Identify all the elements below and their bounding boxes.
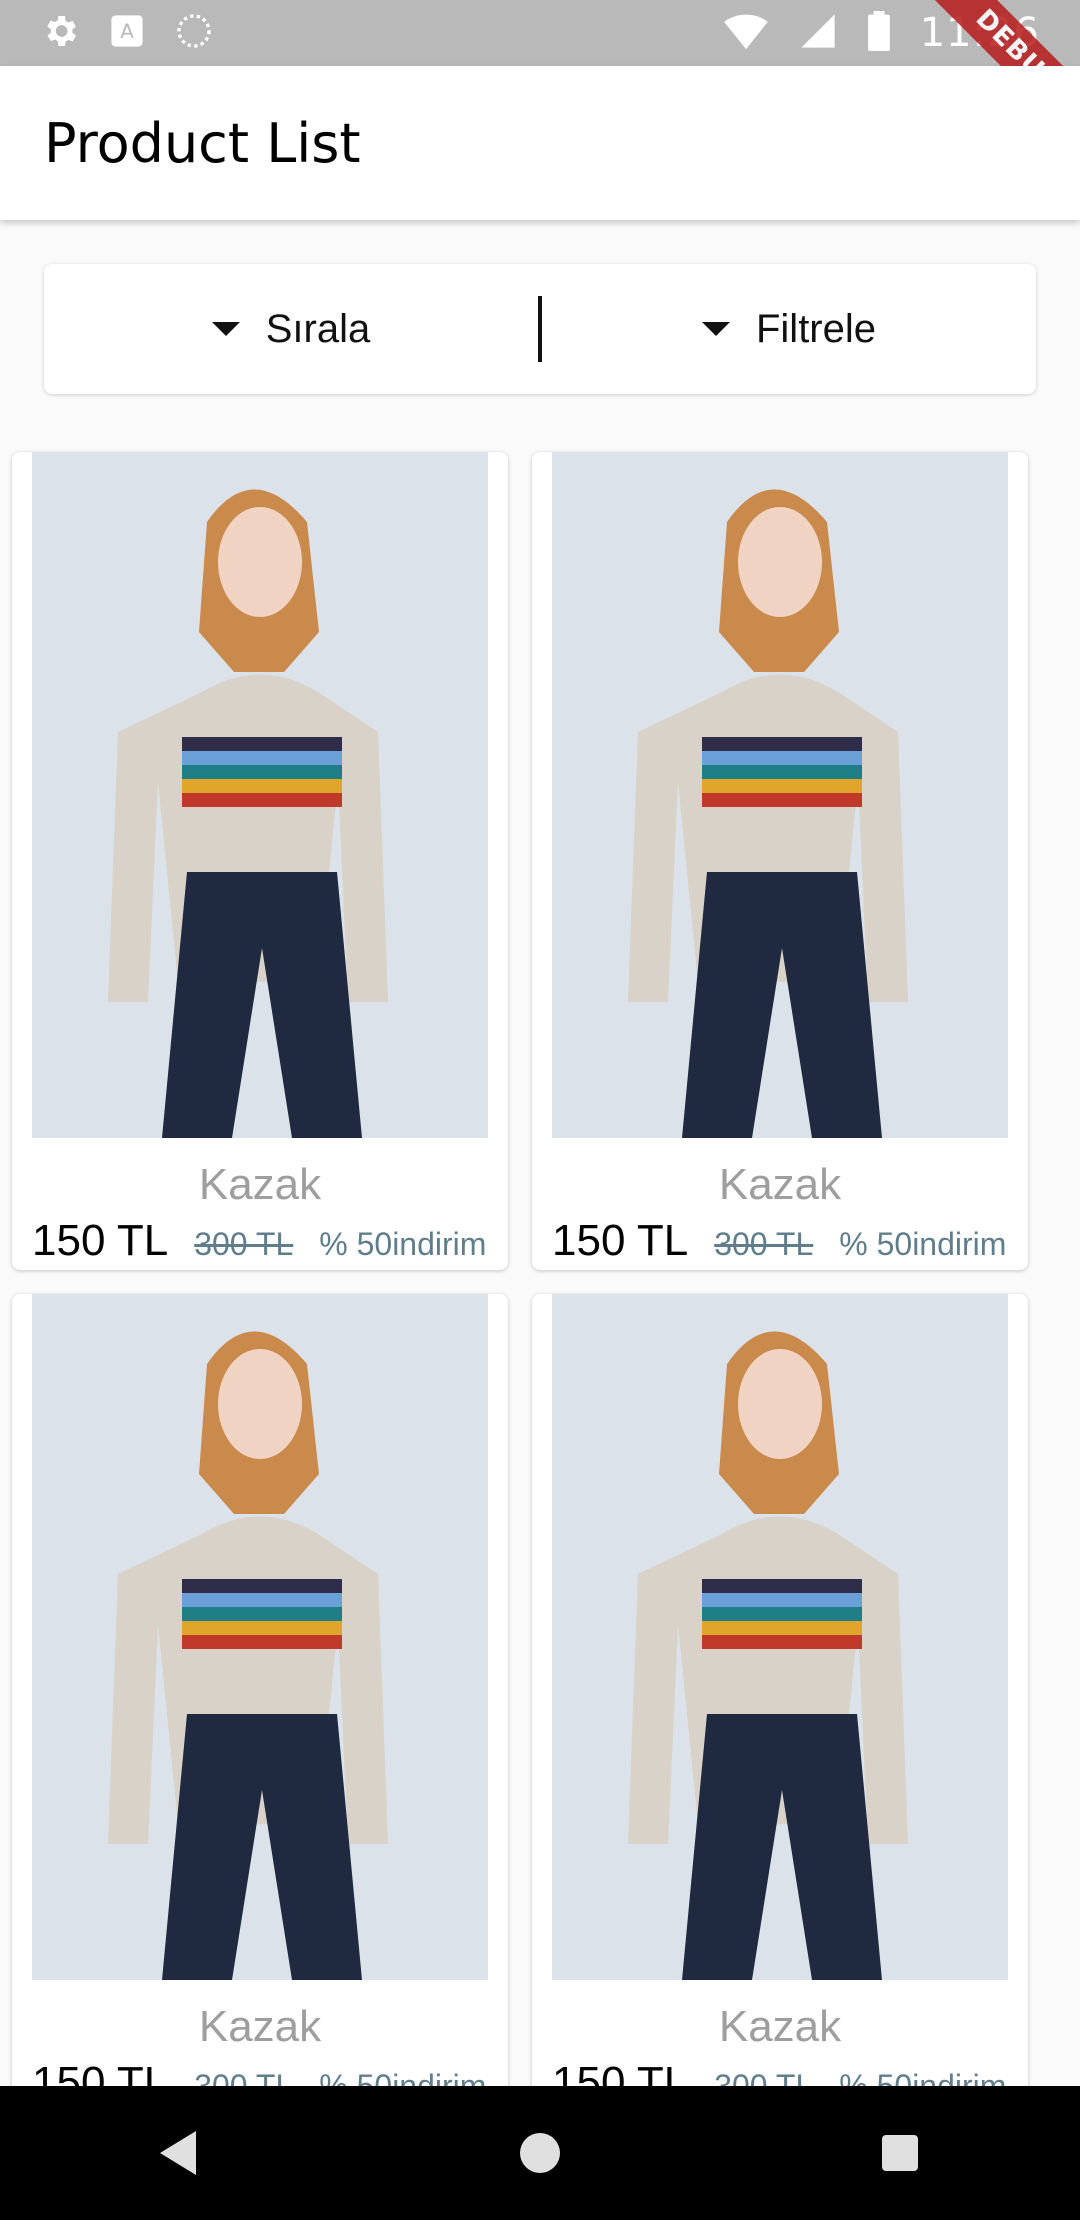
product-card[interactable]: Kazak 150 TL 300 TL % 50indirim xyxy=(532,452,1028,1270)
status-bar: A 11:26 DEBUG xyxy=(0,0,1080,146)
product-name: Kazak xyxy=(198,2002,322,2051)
price-row: 150 TL 300 TL % 50indirim xyxy=(552,1216,1006,1266)
product-name: Kazak xyxy=(198,1160,322,1209)
recents-icon xyxy=(882,2135,918,2171)
product-old-price: 300 TL xyxy=(194,1226,294,1262)
product-image xyxy=(32,1294,488,1980)
product-grid: Kazak 150 TL 300 TL % 50indirim Kazak 15… xyxy=(12,452,1052,2112)
recents-button[interactable] xyxy=(840,2103,960,2203)
product-image xyxy=(552,452,1008,1138)
keyboard-a-icon: A xyxy=(110,14,144,53)
app-bar: Product List xyxy=(0,66,1080,220)
status-left: A xyxy=(40,11,214,56)
battery-icon xyxy=(867,10,890,56)
product-card[interactable]: Kazak 150 TL 300 TL % 50indirim xyxy=(12,452,508,1270)
filter-label: Filtrele xyxy=(755,306,877,351)
price-row: 150 TL 300 TL % 50indirim xyxy=(32,1216,486,1266)
sort-button[interactable]: Sırala xyxy=(44,264,538,394)
wifi-icon xyxy=(723,11,768,56)
product-card[interactable]: Kazak 150 TL 300 TL % 50indirim xyxy=(532,1294,1028,2112)
filter-button[interactable]: Filtrele xyxy=(542,264,1036,394)
product-card[interactable]: Kazak 150 TL 300 TL % 50indirim xyxy=(12,1294,508,2112)
signal-icon xyxy=(798,11,838,56)
product-name: Kazak xyxy=(718,1160,842,1209)
home-button[interactable] xyxy=(480,2103,600,2203)
svg-text:A: A xyxy=(120,20,134,43)
system-nav-bar xyxy=(0,2086,1080,2220)
back-icon xyxy=(160,2131,196,2175)
product-image xyxy=(32,452,488,1138)
sort-filter-bar: Sırala Filtrele xyxy=(44,264,1036,394)
product-price: 150 TL xyxy=(32,1216,169,1265)
sort-label: Sırala xyxy=(265,306,371,351)
back-button[interactable] xyxy=(120,2103,240,2203)
product-name: Kazak xyxy=(718,2002,842,2051)
caret-down-icon xyxy=(211,322,240,336)
sync-icon xyxy=(174,11,214,56)
product-old-price: 300 TL xyxy=(714,1226,814,1262)
product-price: 150 TL xyxy=(552,1216,689,1265)
page-title: Product List xyxy=(44,111,361,175)
home-icon xyxy=(520,2133,560,2173)
settings-icon xyxy=(40,11,80,56)
product-discount: % 50indirim xyxy=(319,1226,487,1262)
product-discount: % 50indirim xyxy=(839,1226,1007,1262)
product-image xyxy=(552,1294,1008,1980)
caret-down-icon xyxy=(701,322,730,336)
